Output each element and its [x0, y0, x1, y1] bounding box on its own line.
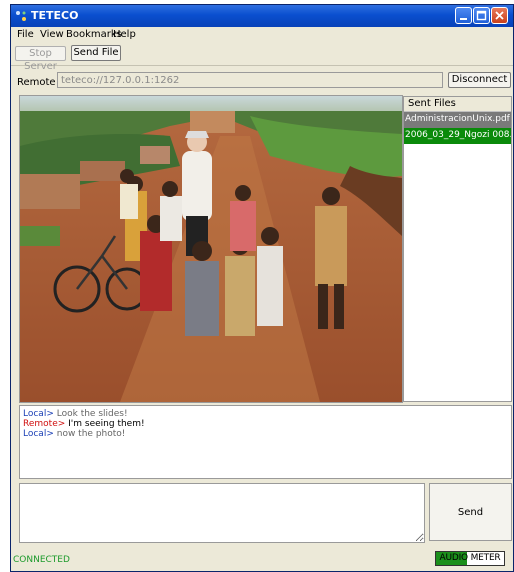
- toolbar: Stop Server Send File: [11, 43, 513, 72]
- chat-text: Look the slides!: [56, 409, 128, 419]
- remote-label: Remote: [17, 77, 56, 88]
- audio-meter: AUDIO METER: [435, 551, 505, 566]
- menu-help[interactable]: Help: [113, 29, 136, 40]
- window-title: TETECO: [31, 9, 79, 22]
- file-item-pdf[interactable]: AdministracionUnix.pdf: [404, 112, 511, 128]
- send-button[interactable]: Send: [429, 483, 512, 541]
- maximize-icon[interactable]: [473, 7, 490, 24]
- stop-server-button[interactable]: Stop Server: [15, 46, 66, 72]
- sent-files-header: Sent Files: [404, 97, 511, 112]
- chat-message: Local> Look the slides!: [23, 409, 508, 419]
- file-item-jpg[interactable]: 2006_03_29_Ngozi 008.jpg: [404, 128, 511, 144]
- disconnect-button[interactable]: Disconnect: [448, 72, 511, 88]
- chat-prefix-remote: Remote>: [23, 419, 66, 429]
- chat-message: Local> now the photo!: [23, 429, 508, 439]
- chat-log: Local> Look the slides! Remote> I'm seei…: [19, 405, 512, 479]
- chat-prefix-local: Local>: [23, 429, 54, 439]
- chat-prefix-local: Local>: [23, 409, 54, 419]
- menu-bar: File View Bookmarks Help: [11, 27, 513, 43]
- shared-photo: [19, 95, 403, 403]
- minimize-icon[interactable]: [455, 7, 472, 24]
- audio-meter-label: AUDIO METER: [439, 553, 501, 563]
- menu-file[interactable]: File: [17, 29, 34, 40]
- connection-status: CONNECTED: [13, 555, 70, 565]
- sent-files-panel: Sent Files AdministracionUnix.pdf 2006_0…: [403, 96, 512, 402]
- app-icon: [16, 11, 26, 21]
- chat-message: Remote> I'm seeing them!: [23, 419, 508, 429]
- send-file-button[interactable]: Send File: [71, 45, 121, 61]
- app-window: TETECO File View Bookmarks Help Stop Ser…: [10, 4, 514, 572]
- close-icon[interactable]: [491, 7, 508, 24]
- menu-view[interactable]: View: [40, 29, 64, 40]
- remote-address-field[interactable]: [57, 72, 443, 88]
- chat-text: now the photo!: [56, 429, 126, 439]
- title-bar[interactable]: TETECO: [11, 5, 513, 27]
- message-input[interactable]: [19, 483, 425, 543]
- chat-text: I'm seeing them!: [68, 419, 145, 429]
